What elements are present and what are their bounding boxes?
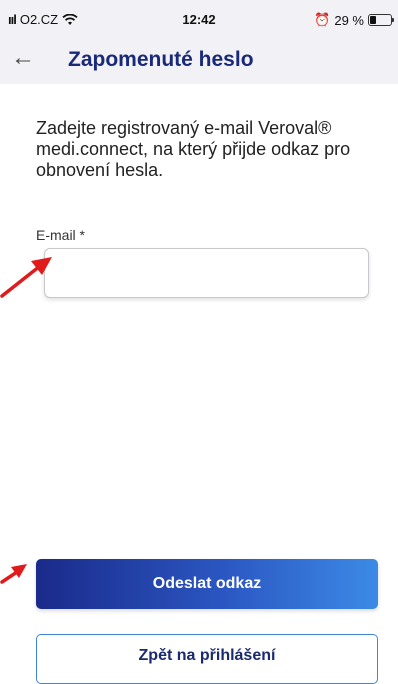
send-link-button[interactable]: Odeslat odkaz <box>36 559 378 609</box>
alarm-icon: ⏰ <box>314 12 331 27</box>
arrow-left-icon: ← <box>11 44 35 71</box>
status-bar: ııl O2.CZ 12:42 ⏰ 29 % <box>0 0 398 34</box>
battery-percent: 29 % <box>334 12 364 28</box>
page-title: Zapomenuté heslo <box>68 48 254 71</box>
status-right: ⏰ 29 % <box>314 12 394 28</box>
annotation-arrow-icon <box>0 564 27 584</box>
app-header: ← Zapomenuté heslo <box>0 38 398 84</box>
back-button[interactable]: ← <box>10 46 36 72</box>
email-label: E-mail * <box>36 227 86 243</box>
email-field[interactable] <box>44 248 369 298</box>
back-to-login-button[interactable]: Zpět na přihlášení <box>36 634 378 684</box>
battery-icon <box>368 14 394 26</box>
intro-text: Zadejte registrovaný e-mail Veroval® med… <box>36 118 351 180</box>
battery-level <box>370 16 376 24</box>
